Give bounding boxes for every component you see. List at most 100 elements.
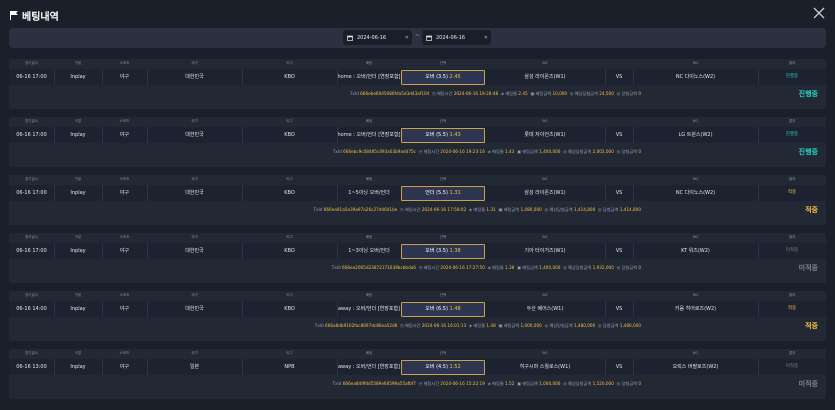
selection-box[interactable]: 오버 (3.5) 2.45 (401, 69, 485, 85)
column-header: 스포츠 (119, 177, 130, 181)
bet-card: 경기일시 구분 스포츠 국가 리그 배팅 선택 W1 W2 결과 06-16 17:00 Inplay… (9, 233, 826, 283)
date-to-input[interactable]: 2024-06-16 ✕ (422, 30, 491, 45)
column-header: 배팅 (365, 119, 373, 123)
clear-date-from-icon[interactable]: ✕ (405, 35, 409, 41)
country-cell: 일본 (189, 364, 200, 370)
bet-card: 경기일시 구분 스포츠 국가 리그 배팅 선택 W1 W2 결과 06-16 13:00 Inplay… (9, 349, 826, 399)
column-divider (337, 359, 338, 375)
amount-value: 1,400,000 (539, 265, 561, 270)
league-cell: KBO (284, 190, 295, 196)
home-team-cell: 삼성 라이온즈(W1) (524, 190, 566, 196)
column-header: 스포츠 (119, 351, 130, 355)
column-divider (633, 127, 634, 143)
winnings-icon: ◎ (616, 381, 621, 386)
expected-value: 1,480,000 (573, 323, 596, 328)
amount-label: 배팅금액 (503, 207, 520, 212)
column-divider (633, 301, 634, 317)
page-title: 베팅내역 (22, 11, 59, 23)
column-header: 선택 (439, 351, 447, 355)
txid-label: TxId (332, 149, 342, 154)
odds-label: 배팅율 (492, 149, 504, 154)
column-divider (758, 127, 759, 143)
bet-card: 경기일시 구분 스포츠 국가 리그 배팅 선택 W1 W2 결과 06-16 17:00 Inplay… (9, 175, 826, 225)
clear-date-to-icon[interactable]: ✕ (484, 35, 488, 41)
column-header: W2 (692, 177, 699, 181)
odds-icon: ◈ (468, 207, 473, 212)
vs-cell: VS (615, 248, 623, 254)
column-header: 선택 (439, 293, 447, 297)
status-cell: 적중 (787, 190, 797, 195)
column-header: 결과 (788, 235, 796, 239)
clock-icon: ◷ (400, 207, 404, 212)
column-divider (633, 69, 634, 85)
league-cell: KBO (284, 74, 295, 80)
clock-icon: ◷ (418, 149, 423, 154)
away-team-cell: 키움 히어로즈(W2) (674, 306, 717, 312)
column-header: 국가 (191, 119, 198, 123)
column-divider (147, 69, 148, 85)
expected-label: 예상당첨금액 (574, 91, 598, 96)
column-header: W1 (542, 61, 548, 65)
vs-cell: VS (615, 306, 623, 312)
column-divider (102, 185, 103, 201)
selection-box[interactable]: 오버 (3.5) 1.38 (401, 243, 485, 259)
winnings-icon: ◎ (597, 323, 602, 328)
selection-box[interactable]: 언더 (5.5) 1.31 (401, 185, 485, 201)
result-badge: 적중 (805, 206, 818, 214)
column-header: 스포츠 (119, 293, 130, 297)
column-divider (242, 127, 243, 143)
selection-label: 오버 (4.5) (425, 363, 448, 370)
odds-icon: ◈ (468, 323, 473, 328)
result-badge: 미적중 (798, 380, 818, 388)
expected-value: 1,932,000 (592, 265, 614, 270)
column-divider (633, 185, 634, 201)
column-header: 리그 (286, 351, 293, 355)
column-header: 선택 (439, 235, 447, 239)
expected-label: 예상당첨금액 (568, 265, 592, 270)
date-from-input[interactable]: 2024-06-16 ✕ (343, 30, 412, 45)
league-cell: KBO (284, 132, 295, 138)
league-cell: KBO (284, 248, 295, 254)
odds-value: 1.48 (486, 323, 496, 328)
bet-time-value: 2024-06-16 19:23:16 (440, 149, 485, 154)
close-icon[interactable] (812, 6, 826, 20)
expected-icon: ◎ (563, 381, 567, 386)
date-range-separator: ~ (415, 32, 421, 39)
amount-value: 1,000,000 (539, 381, 561, 386)
column-header: 배팅 (365, 351, 373, 355)
selection-box[interactable]: 오버 (5.5) 1.43 (401, 127, 485, 143)
modal-header: 베팅내역 (0, 0, 835, 30)
odds-value: 2.45 (518, 91, 528, 96)
status-cell: 진행중 (785, 132, 799, 137)
selection-box[interactable]: 오버 (6.5) 1.48 (401, 301, 485, 317)
txid-value: 666a8db9102fac8697dc86ea52d8 (325, 323, 398, 328)
league-cell: KBO (284, 306, 295, 312)
column-header: W2 (692, 119, 699, 123)
column-divider (758, 243, 759, 259)
market-cell: home : 오버/언더 [연장포함] (337, 74, 401, 80)
column-header: 결과 (788, 351, 796, 355)
odds-icon: ◈ (500, 91, 505, 96)
selection-box[interactable]: 오버 (4.5) 1.52 (401, 359, 485, 375)
column-divider (758, 301, 759, 317)
odds-value: 1.52 (505, 381, 515, 386)
column-divider (337, 69, 338, 85)
sport-cell: 야구 (119, 364, 130, 370)
sport-cell: 야구 (119, 306, 130, 312)
column-header: 스포츠 (119, 235, 130, 239)
odds-icon: ◈ (487, 381, 491, 386)
expected-value: 1,414,800 (573, 207, 596, 212)
column-header: 결과 (788, 293, 796, 297)
column-header: W2 (692, 351, 699, 355)
expected-icon: ◎ (563, 265, 567, 270)
home-team-cell: 롯데 자이언츠(W1) (524, 132, 566, 138)
result-badge: 적중 (805, 322, 818, 330)
amount-label: 배팅금액 (522, 381, 538, 386)
column-header: 결과 (788, 177, 796, 181)
bet-detail-line: TxId 666ea849fdd5589e66599a55afbf7 ◷ 배팅시… (332, 377, 641, 391)
league-cell: NPB (284, 364, 295, 370)
sport-cell: 야구 (119, 132, 130, 138)
bet-card: 경기일시 구분 스포츠 국가 리그 배팅 선택 W1 W2 결과 06-16 14:00 Inplay… (9, 291, 826, 341)
bet-type-cell: Inplay (70, 132, 86, 138)
bet-card-header: 경기일시 구분 스포츠 국가 리그 배팅 선택 W1 W2 결과 (9, 233, 826, 243)
